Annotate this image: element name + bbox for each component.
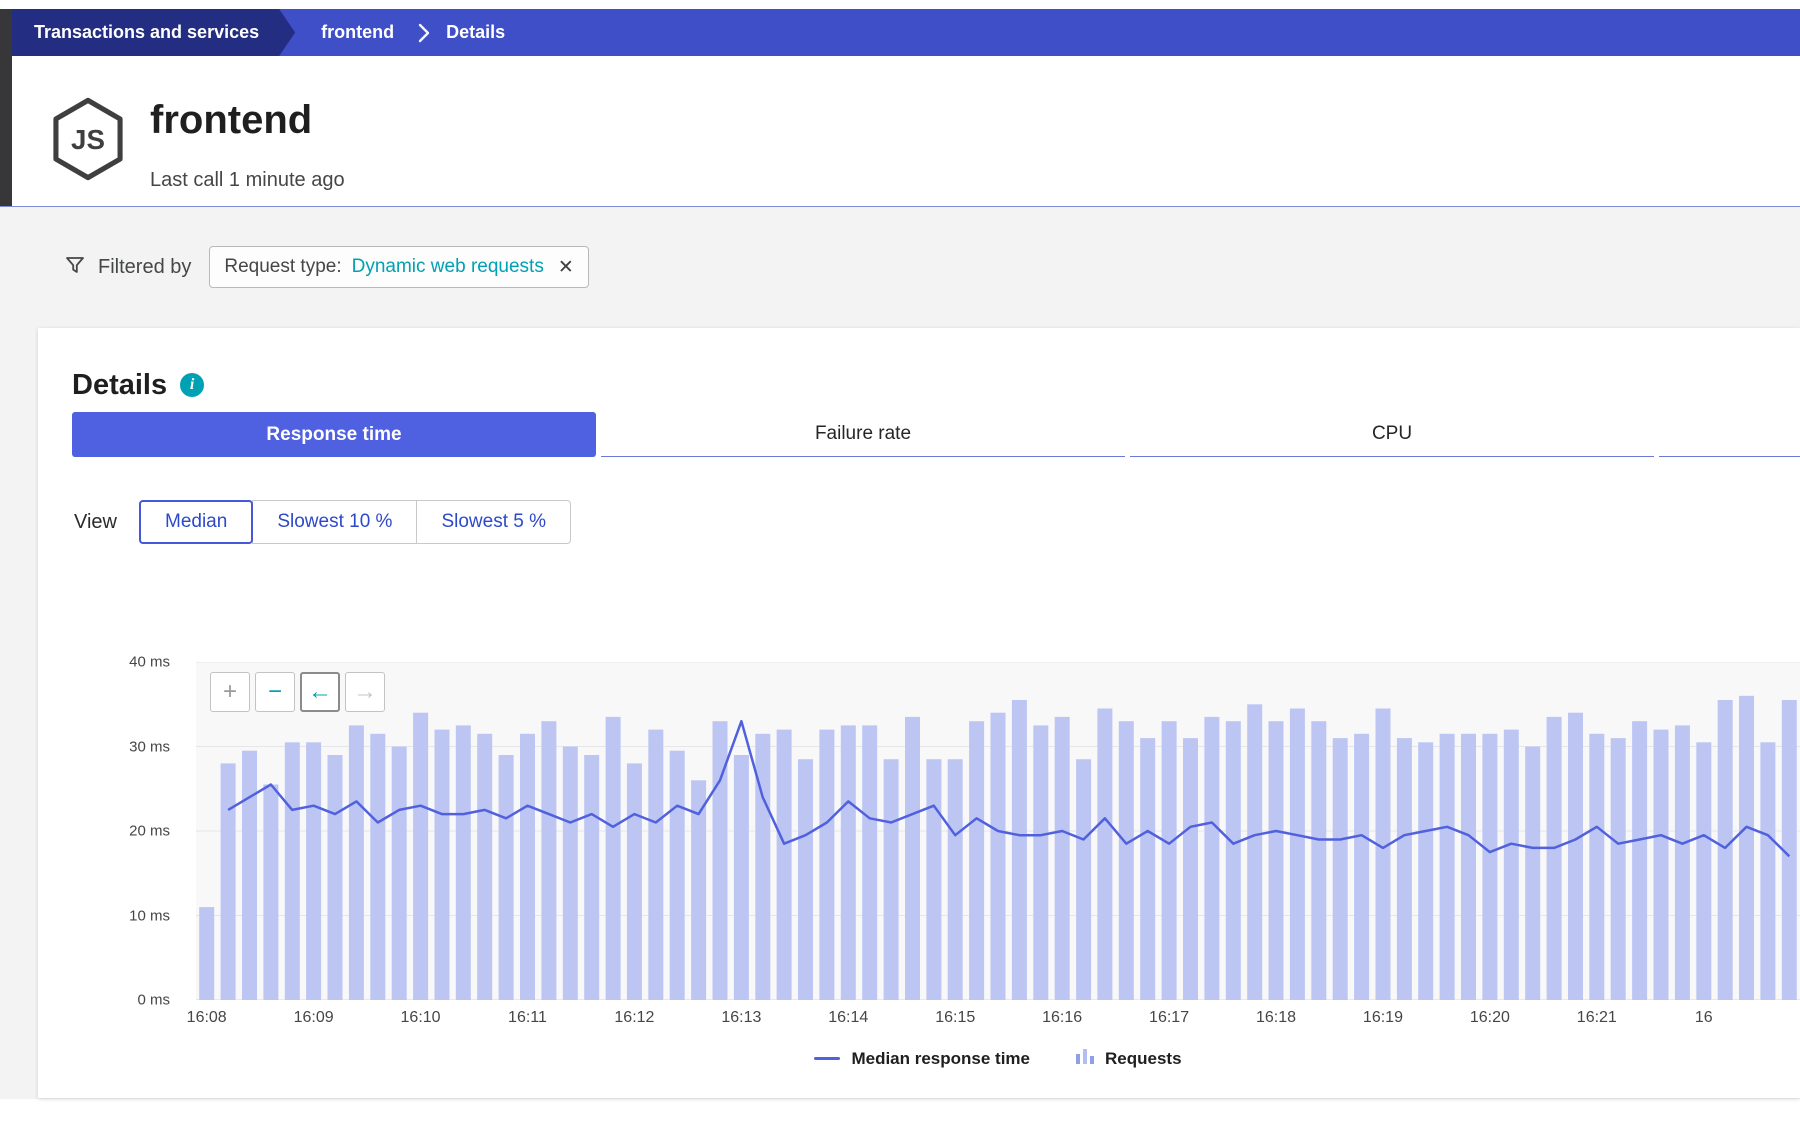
service-header-text: frontend Last call 1 minute ago bbox=[150, 96, 345, 192]
legend-line-swatch bbox=[814, 1057, 840, 1060]
chart-x-axis: 16:0816:0916:1016:1116:1216:1316:1416:15… bbox=[196, 1000, 1800, 1034]
breadcrumb: Transactions and services frontend Detai… bbox=[12, 9, 1800, 56]
x-tick-label: 16:12 bbox=[614, 1009, 654, 1027]
x-tick-label: 16:14 bbox=[828, 1009, 868, 1027]
tab-cpu[interactable]: CPU bbox=[1130, 412, 1654, 457]
legend-bars-icon bbox=[1076, 1048, 1094, 1069]
breadcrumb-item-details[interactable]: Details bbox=[446, 9, 505, 56]
pan-forward-button[interactable]: → bbox=[345, 672, 385, 712]
left-edge-strip bbox=[0, 9, 12, 206]
chart-plot-wrap: + − ← → 16:0816:0916:1016:1116:1216:1316… bbox=[196, 662, 1800, 1034]
view-slowest-5-button[interactable]: Slowest 5 % bbox=[416, 500, 571, 544]
pan-back-button[interactable]: ← bbox=[300, 672, 340, 712]
x-tick-label: 16:19 bbox=[1363, 1009, 1403, 1027]
view-selector-row: View Median Slowest 10 % Slowest 5 % bbox=[72, 500, 1800, 544]
x-tick-label: 16:20 bbox=[1470, 1009, 1510, 1027]
tab-failure-rate[interactable]: Failure rate bbox=[601, 412, 1125, 457]
filter-funnel-icon bbox=[64, 254, 86, 281]
filter-chip-value: Dynamic web requests bbox=[352, 256, 544, 278]
view-median-button[interactable]: Median bbox=[139, 500, 253, 544]
x-tick-label: 16:17 bbox=[1149, 1009, 1189, 1027]
legend-line-label: Median response time bbox=[851, 1049, 1030, 1069]
x-tick-label: 16:16 bbox=[1042, 1009, 1082, 1027]
chart-canvas bbox=[196, 662, 1800, 1000]
chart-legend: Median response time Requests bbox=[196, 1048, 1800, 1069]
x-tick-label: 16:13 bbox=[721, 1009, 761, 1027]
y-tick-label: 20 ms bbox=[129, 823, 170, 840]
breadcrumb-label: frontend bbox=[321, 22, 394, 43]
dynatrace-service-page: Transactions and services frontend Detai… bbox=[0, 0, 1800, 1142]
zoom-in-button[interactable]: + bbox=[210, 672, 250, 712]
top-margin bbox=[0, 0, 1800, 9]
legend-bars-label: Requests bbox=[1105, 1049, 1182, 1069]
filtered-by-label: Filtered by bbox=[98, 256, 191, 279]
chip-close-icon[interactable]: ✕ bbox=[558, 256, 574, 279]
filter-chip-key: Request type: bbox=[224, 256, 341, 278]
page-title: frontend bbox=[150, 96, 345, 144]
chart-y-axis: 0 ms10 ms20 ms30 ms40 ms bbox=[72, 662, 182, 1000]
details-title: Details bbox=[72, 369, 167, 402]
service-header: JS frontend Last call 1 minute ago bbox=[0, 56, 1800, 206]
tab-stub bbox=[1659, 412, 1800, 457]
breadcrumb-item-frontend[interactable]: frontend bbox=[321, 9, 394, 56]
y-tick-label: 40 ms bbox=[129, 654, 170, 671]
x-tick-label: 16:15 bbox=[935, 1009, 975, 1027]
breadcrumb-label: Transactions and services bbox=[34, 22, 259, 43]
x-tick-label: 16:21 bbox=[1577, 1009, 1617, 1027]
last-call-text: Last call 1 minute ago bbox=[150, 168, 345, 192]
zoom-out-button[interactable]: − bbox=[255, 672, 295, 712]
response-time-chart: 0 ms10 ms20 ms30 ms40 ms + − ← → 16:0816… bbox=[72, 662, 1800, 1034]
y-tick-label: 0 ms bbox=[137, 992, 170, 1009]
view-slowest-10-button[interactable]: Slowest 10 % bbox=[252, 500, 417, 544]
x-tick-label: 16:09 bbox=[294, 1009, 334, 1027]
details-tabs: Response time Failure rate CPU bbox=[72, 412, 1800, 457]
x-tick-label: 16:10 bbox=[401, 1009, 441, 1027]
chart-plot[interactable]: + − ← → bbox=[196, 662, 1800, 1000]
details-heading-row: Details i bbox=[72, 368, 1800, 402]
breadcrumb-item-transactions-and-services[interactable]: Transactions and services bbox=[12, 9, 295, 56]
content-area: Filtered by Request type: Dynamic web re… bbox=[0, 207, 1800, 1099]
tab-response-time[interactable]: Response time bbox=[72, 412, 596, 457]
legend-requests[interactable]: Requests bbox=[1076, 1048, 1182, 1069]
x-tick-label: 16:08 bbox=[187, 1009, 227, 1027]
x-tick-label: 16 bbox=[1695, 1009, 1713, 1027]
legend-median-response-time[interactable]: Median response time bbox=[814, 1049, 1030, 1069]
breadcrumb-label: Details bbox=[446, 22, 505, 43]
view-button-group: Median Slowest 10 % Slowest 5 % bbox=[139, 500, 571, 544]
details-card: Details i Response time Failure rate CPU… bbox=[38, 328, 1800, 1098]
chart-zoom-controls: + − ← → bbox=[210, 672, 385, 712]
svg-text:JS: JS bbox=[71, 124, 105, 155]
x-tick-label: 16:18 bbox=[1256, 1009, 1296, 1027]
x-tick-label: 16:11 bbox=[508, 1009, 547, 1027]
chevron-right-icon bbox=[418, 9, 430, 56]
y-tick-label: 10 ms bbox=[129, 907, 170, 924]
info-icon[interactable]: i bbox=[180, 373, 204, 397]
view-label: View bbox=[74, 511, 117, 534]
filter-bar: Filtered by Request type: Dynamic web re… bbox=[64, 243, 1800, 291]
nodejs-icon: JS bbox=[50, 96, 126, 187]
filter-chip-request-type[interactable]: Request type: Dynamic web requests ✕ bbox=[209, 246, 588, 288]
y-tick-label: 30 ms bbox=[129, 738, 170, 755]
